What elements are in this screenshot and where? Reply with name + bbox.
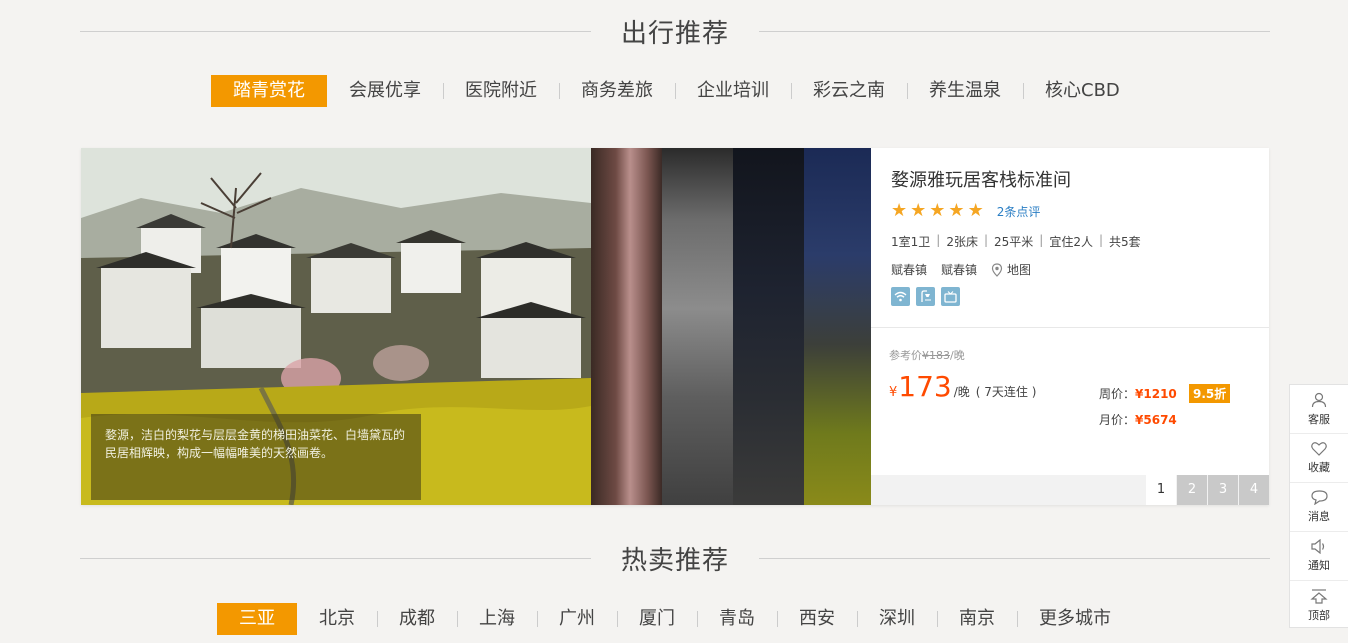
notifications-button[interactable]: 通知 (1290, 532, 1348, 581)
city-tab-shenzhen[interactable]: 深圳 (857, 603, 937, 635)
tv-icon (941, 287, 960, 306)
city-tab-qingdao[interactable]: 青岛 (697, 603, 777, 635)
weekly-price: 周价：¥1210 (1099, 385, 1177, 402)
page-3-button[interactable]: 3 (1208, 475, 1238, 505)
weekly-price-label: 周价： (1099, 387, 1136, 401)
speaker-icon (1310, 539, 1324, 554)
messages-label: 消息 (1308, 510, 1330, 523)
city-tab-xian[interactable]: 西安 (777, 603, 857, 635)
discount-badge: 9.5折 (1189, 384, 1231, 403)
notifications-label: 通知 (1308, 559, 1330, 572)
location-row: 赋春镇 赋春镇 地图 (891, 261, 1031, 278)
star-icon: ★ (891, 200, 908, 221)
reference-price-unit: /晚 (950, 349, 965, 362)
city-tab-xiamen[interactable]: 厦门 (617, 603, 697, 635)
photo-caption: 婺源，洁白的梨花与层层金黄的梯田油菜花、白墙黛瓦的民居相辉映，构成一幅幅唯美的天… (91, 414, 421, 500)
back-to-top-icon (1310, 588, 1328, 604)
tab-yangsheng[interactable]: 养生温泉 (907, 75, 1023, 107)
reviews-link[interactable]: 2条点评 (997, 203, 1041, 220)
amenity-icons (891, 287, 966, 306)
customer-service-button[interactable]: 客服 (1290, 385, 1348, 434)
thumbnail-evening-field[interactable] (804, 148, 871, 505)
spec-beds: 2张床 (946, 235, 978, 249)
title-divider-right (759, 557, 1271, 559)
heart-icon (1311, 442, 1327, 456)
star-icon: ★ (929, 200, 946, 221)
city-tab-beijing[interactable]: 北京 (297, 603, 377, 635)
city-tab-nanjing[interactable]: 南京 (937, 603, 1017, 635)
title-divider-right (759, 30, 1271, 32)
recommend-section-title: 出行推荐 (80, 16, 1271, 49)
shower-icon (916, 287, 935, 306)
favorites-button[interactable]: 收藏 (1290, 434, 1348, 483)
spec-rooms: 1室1卫 (891, 235, 931, 249)
monthly-price: 月价：¥5674 (1099, 411, 1177, 428)
back-to-top-button[interactable]: 顶部 (1290, 581, 1348, 630)
page-4-button[interactable]: 4 (1239, 475, 1269, 505)
city-tabs: 三亚 北京 成都 上海 广州 厦门 青岛 西安 深圳 南京 更多城市 (217, 603, 1133, 635)
thumbnail-dark-room[interactable] (733, 148, 804, 505)
recommend-tabs: 踏青赏花 会展优享 医院附近 商务差旅 企业培训 彩云之南 养生温泉 核心CBD (211, 75, 1142, 107)
chat-icon (1310, 490, 1328, 505)
star-icon: ★ (910, 200, 927, 221)
side-toolbar: 客服 收藏 消息 通知 顶部 (1289, 384, 1348, 628)
weekly-price-value: ¥1210 (1135, 387, 1177, 401)
hotel-info-panel: 婺源雅玩居客栈标准间 ★ ★ ★ ★ ★ 2条点评 1室1卫 | 2张床 | 25平… (871, 148, 1269, 505)
reference-price: 参考价¥183/晚 (889, 347, 965, 363)
reference-price-label: 参考价 (889, 349, 922, 362)
map-link[interactable]: 地图 (1007, 261, 1031, 278)
thumbnail-window[interactable] (662, 148, 733, 505)
thumbnail-curtain[interactable] (591, 148, 662, 505)
info-divider (871, 327, 1269, 328)
reference-price-currency: ¥ (922, 349, 929, 362)
city-tab-chengdu[interactable]: 成都 (377, 603, 457, 635)
current-price: ¥ 173 /晚 ( 7天连住 ) (889, 370, 1036, 403)
room-specs: 1室1卫 | 2张床 | 25平米 | 宜住2人 | 共5套 (891, 233, 1141, 249)
tab-yiyuan[interactable]: 医院附近 (443, 75, 559, 107)
map-pin-icon (991, 262, 1003, 277)
user-icon (1311, 392, 1327, 407)
city-tab-sanya[interactable]: 三亚 (217, 603, 297, 635)
reference-price-value: 183 (929, 349, 950, 362)
spec-guests: 宜住2人 (1049, 235, 1093, 249)
customer-service-label: 客服 (1308, 412, 1330, 426)
price-currency: ¥ (889, 385, 898, 400)
city-tab-more[interactable]: 更多城市 (1017, 603, 1133, 635)
star-icon: ★ (948, 200, 965, 221)
location-town-2: 赋春镇 (941, 263, 978, 277)
stay-note: ( 7天连住 ) (975, 385, 1037, 399)
hot-title: 热卖推荐 (621, 545, 730, 576)
city-tab-shanghai[interactable]: 上海 (457, 603, 537, 635)
tab-qiye[interactable]: 企业培训 (675, 75, 791, 107)
main-photo[interactable]: 婺源，洁白的梨花与层层金黄的梯田油菜花、白墙黛瓦的民居相辉映，构成一幅幅唯美的天… (81, 148, 591, 505)
tab-caiyun[interactable]: 彩云之南 (791, 75, 907, 107)
spec-area: 25平米 (994, 235, 1034, 249)
tab-cbd[interactable]: 核心CBD (1023, 75, 1142, 107)
tab-shangwu[interactable]: 商务差旅 (559, 75, 675, 107)
tab-huizhan[interactable]: 会展优享 (327, 75, 443, 107)
location-town: 赋春镇 (891, 263, 928, 277)
monthly-price-value: ¥5674 (1135, 413, 1177, 427)
featured-gallery: 婺源，洁白的梨花与层层金黄的梯田油菜花、白墙黛瓦的民居相辉映，构成一幅幅唯美的天… (81, 148, 1269, 505)
price-value: 173 (898, 370, 952, 403)
spec-units: 共5套 (1109, 235, 1141, 249)
price-unit: /晚 (953, 385, 970, 399)
messages-button[interactable]: 消息 (1290, 483, 1348, 532)
tab-tangqing[interactable]: 踏青赏花 (211, 75, 327, 107)
title-divider-left (80, 557, 591, 559)
pagination: 1 2 3 4 (1145, 475, 1269, 505)
page-2-button[interactable]: 2 (1177, 475, 1207, 505)
hotel-name[interactable]: 婺源雅玩居客栈标准间 (891, 166, 1071, 192)
page-1-button[interactable]: 1 (1146, 475, 1176, 505)
hot-section-title: 热卖推荐 (80, 543, 1271, 576)
rating-stars: ★ ★ ★ ★ ★ 2条点评 (891, 202, 1040, 220)
wifi-icon (891, 287, 910, 306)
back-to-top-label: 顶部 (1308, 608, 1330, 622)
city-tab-guangzhou[interactable]: 广州 (537, 603, 617, 635)
recommend-title: 出行推荐 (621, 18, 730, 49)
monthly-price-label: 月价： (1099, 413, 1136, 427)
star-icon: ★ (967, 200, 984, 221)
favorites-label: 收藏 (1308, 461, 1330, 474)
title-divider-left (80, 30, 591, 32)
